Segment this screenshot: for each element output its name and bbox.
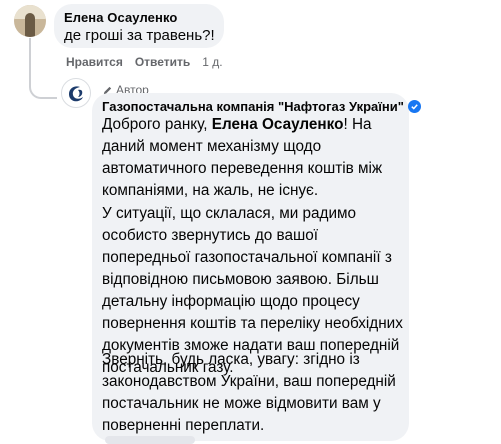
avatar[interactable] — [14, 5, 46, 37]
comment-bubble: Елена Осауленко де гроші за травень?! — [54, 4, 224, 48]
comment-author[interactable]: Елена Осауленко — [64, 10, 177, 25]
reply-connector — [29, 55, 57, 99]
thread-line — [29, 38, 31, 56]
like-button[interactable]: Нравится — [66, 55, 123, 69]
reply-paragraph-1: Доброго ранку, Елена Осауленко! На даний… — [102, 114, 406, 202]
company-avatar[interactable] — [61, 78, 91, 108]
verified-icon — [407, 100, 421, 113]
reply-bubble: Газопостачальна компанія "Нафтогаз Украї… — [92, 93, 421, 441]
reply-paragraph-3: Зверніть, будь ласка, увагу: згідно із з… — [102, 351, 396, 434]
checkmark-icon — [411, 104, 418, 110]
naftogaz-logo-icon — [66, 83, 86, 103]
comment-text: де гроші за травень?! — [64, 27, 215, 44]
reply-button[interactable]: Ответить — [135, 55, 190, 69]
reply-author[interactable]: Газопостачальна компанія "Нафтогаз Украї… — [102, 99, 404, 114]
comment-actions: Нравится Ответить 1 д. — [66, 55, 223, 69]
reply-author-row: Газопостачальна компанія "Нафтогаз Украї… — [102, 99, 421, 114]
avatar-figure — [25, 13, 35, 37]
mentioned-name[interactable]: Елена Осауленко — [212, 116, 344, 133]
greeting-prefix: Доброго ранку, — [102, 116, 212, 133]
comment-timestamp[interactable]: 1 д. — [202, 55, 222, 69]
